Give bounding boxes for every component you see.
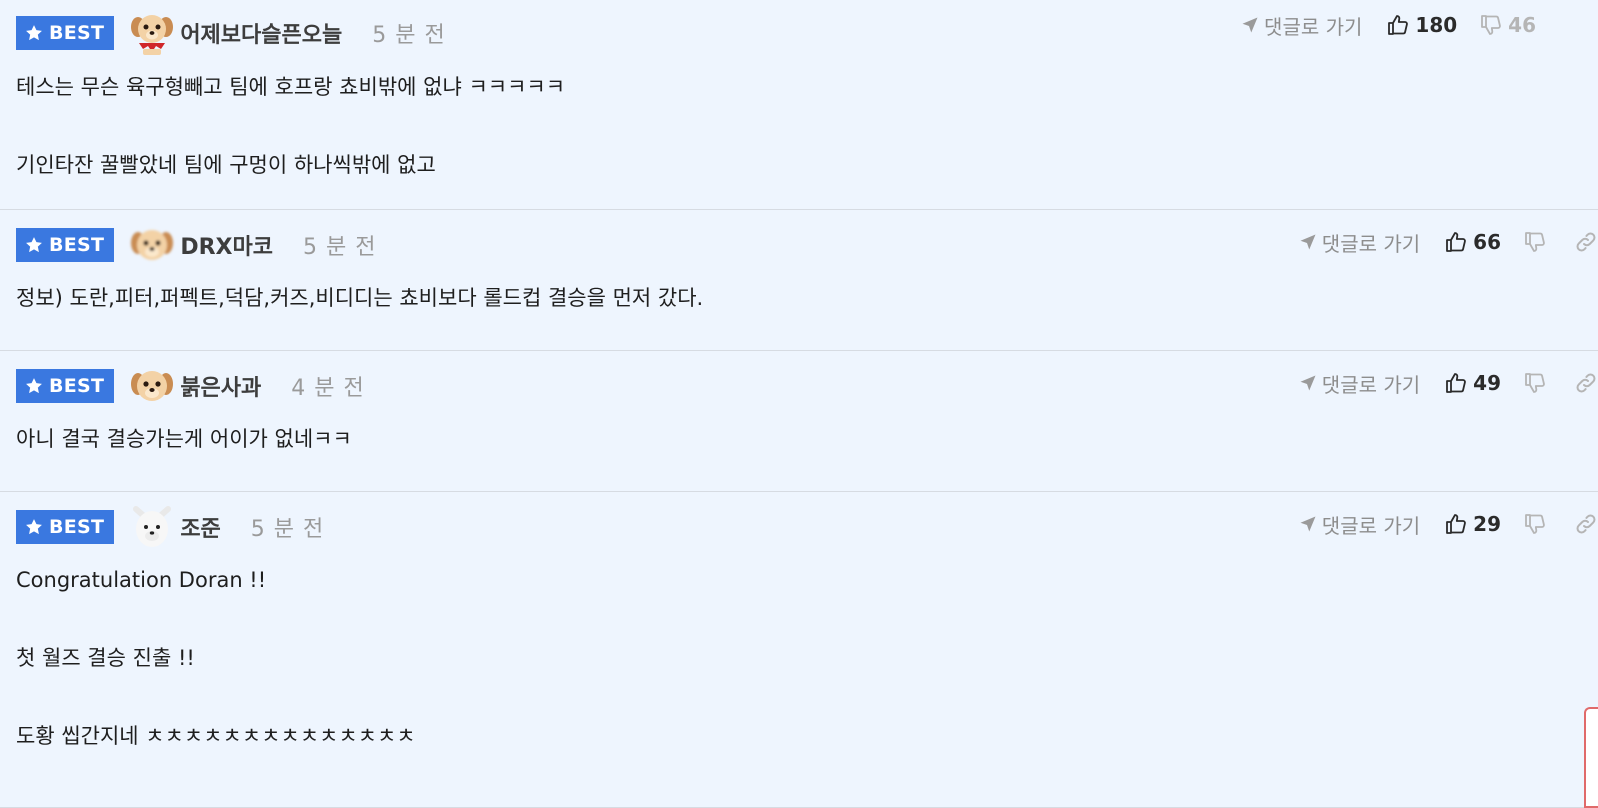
- comment-body: 아니 결국 결승가는게 어이가 없네ㅋㅋ: [16, 427, 352, 451]
- navigation-arrow-icon: [1240, 15, 1260, 35]
- nickname[interactable]: 조준: [180, 511, 220, 543]
- best-badge: BEST: [16, 228, 115, 262]
- dislike-count: 46: [1508, 13, 1536, 37]
- comment-list: BEST 어제보다슬픈오늘 5 분 전 댓글로 가기 180 46 테스는 무슨…: [0, 0, 1598, 808]
- best-badge-label: BEST: [49, 375, 105, 397]
- thumbs-down-icon: [1523, 230, 1547, 254]
- like-button[interactable]: 66: [1444, 230, 1501, 254]
- dislike-button[interactable]: [1523, 230, 1552, 254]
- like-count: 180: [1415, 13, 1458, 37]
- timestamp: 5 분 전: [250, 517, 325, 542]
- like-count: 66: [1473, 230, 1501, 254]
- comment-body: 정보) 도란,피터,퍼펙트,덕담,커즈,비디디는 쵸비보다 롤드컵 결승을 먼저…: [16, 286, 704, 310]
- comment-header: BEST 어제보다슬픈오늘 5 분 전: [16, 13, 446, 53]
- thumbs-down-icon: [1479, 13, 1503, 37]
- goto-comment-label: 댓글로 가기: [1264, 14, 1363, 39]
- thumbs-up-icon: [1444, 371, 1468, 395]
- best-badge-label: BEST: [49, 516, 105, 538]
- like-button[interactable]: 29: [1444, 512, 1501, 536]
- comment-actions: 댓글로 가기 66: [1298, 227, 1598, 257]
- best-badge: BEST: [16, 369, 115, 403]
- floating-panel-edge[interactable]: [1584, 707, 1598, 808]
- comment-body: 테스는 무슨 육구형빼고 팀에 호프랑 쵸비밖에 없냐 ㅋㅋㅋㅋㅋ 기인타잔 꿀…: [16, 75, 566, 177]
- nickname[interactable]: DRX마코: [180, 229, 273, 261]
- link-icon[interactable]: [1574, 371, 1598, 395]
- link-icon[interactable]: [1574, 230, 1598, 254]
- comment-body: Congratulation Doran !! 첫 월즈 결승 진출 !! 도황…: [16, 568, 416, 748]
- comment-actions: 댓글로 가기 180 46: [1240, 10, 1558, 40]
- comment-item: BEST 조준 5 분 전 댓글로 가기 29 Congratulation D…: [0, 492, 1598, 808]
- navigation-arrow-icon: [1298, 232, 1318, 252]
- comment-actions: 댓글로 가기 49: [1298, 368, 1598, 398]
- star-icon: [24, 517, 44, 537]
- dislike-button[interactable]: 46: [1479, 13, 1536, 37]
- avatar[interactable]: [128, 362, 176, 410]
- best-badge-label: BEST: [49, 234, 105, 256]
- goto-comment-link[interactable]: 댓글로 가기: [1298, 369, 1420, 398]
- best-badge: BEST: [16, 510, 115, 544]
- thumbs-down-icon: [1523, 512, 1547, 536]
- comment-header: BEST 붉은사과 4 분 전: [16, 366, 365, 406]
- timestamp: 4 분 전: [291, 376, 365, 401]
- nickname[interactable]: 어제보다슬픈오늘: [180, 17, 342, 49]
- thumbs-up-icon: [1386, 13, 1410, 37]
- avatar[interactable]: [128, 503, 176, 551]
- goto-comment-label: 댓글로 가기: [1321, 372, 1421, 397]
- goto-comment-link[interactable]: 댓글로 가기: [1298, 228, 1420, 257]
- avatar[interactable]: [128, 9, 176, 57]
- timestamp: 5 분 전: [372, 23, 446, 48]
- comment-item: BEST 어제보다슬픈오늘 5 분 전 댓글로 가기 180 46 테스는 무슨…: [0, 0, 1598, 210]
- star-icon: [24, 235, 44, 255]
- like-count: 29: [1473, 512, 1501, 536]
- navigation-arrow-icon: [1298, 514, 1318, 534]
- like-button[interactable]: 180: [1386, 13, 1457, 37]
- comment-header: BEST DRX마코 5 분 전: [16, 225, 376, 265]
- thumbs-up-icon: [1444, 512, 1468, 536]
- comment-header: BEST 조준 5 분 전: [16, 507, 324, 547]
- navigation-arrow-icon: [1298, 373, 1318, 393]
- best-badge-label: BEST: [49, 22, 105, 44]
- link-icon[interactable]: [1574, 512, 1598, 536]
- dislike-button[interactable]: [1523, 371, 1552, 395]
- avatar[interactable]: [128, 221, 176, 269]
- thumbs-down-icon: [1523, 371, 1547, 395]
- best-badge: BEST: [16, 16, 115, 50]
- goto-comment-link[interactable]: 댓글로 가기: [1240, 11, 1362, 40]
- nickname[interactable]: 붉은사과: [180, 370, 261, 402]
- comment-actions: 댓글로 가기 29: [1298, 509, 1598, 539]
- goto-comment-label: 댓글로 가기: [1321, 513, 1421, 538]
- thumbs-up-icon: [1444, 230, 1468, 254]
- goto-comment-link[interactable]: 댓글로 가기: [1298, 510, 1420, 539]
- goto-comment-label: 댓글로 가기: [1321, 231, 1421, 256]
- like-count: 49: [1473, 371, 1501, 395]
- comment-item: BEST 붉은사과 4 분 전 댓글로 가기 49 아니 결국 결승가는게 어이…: [0, 351, 1598, 492]
- like-button[interactable]: 49: [1444, 371, 1501, 395]
- star-icon: [24, 376, 44, 396]
- star-icon: [24, 23, 44, 43]
- comment-item: BEST DRX마코 5 분 전 댓글로 가기 66 정보) 도란,피터,퍼펙트…: [0, 210, 1598, 351]
- timestamp: 5 분 전: [302, 235, 377, 260]
- dislike-button[interactable]: [1523, 512, 1552, 536]
